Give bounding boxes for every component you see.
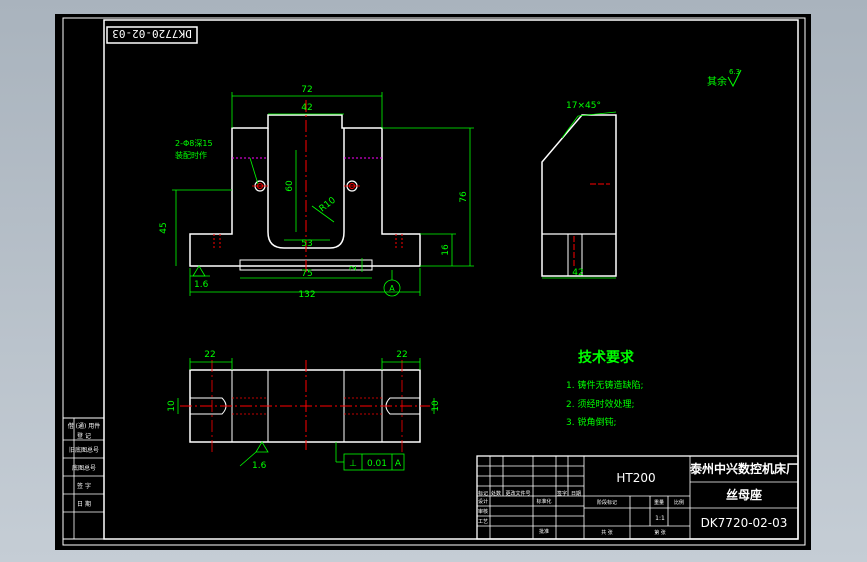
svg-text:标准化: 标准化	[536, 498, 551, 505]
svg-text:1.6: 1.6	[252, 461, 267, 471]
svg-text:标记: 标记	[478, 490, 488, 497]
svg-text:共 张: 共 张	[601, 529, 613, 536]
svg-text:旧底图总号: 旧底图总号	[69, 446, 99, 454]
svg-text:2. 须经时效处理;: 2. 须经时效处理;	[566, 398, 634, 410]
svg-text:132: 132	[298, 290, 315, 300]
svg-text:签 字: 签 字	[77, 482, 91, 490]
part-name: 丝母座	[726, 487, 762, 502]
svg-text:批准: 批准	[539, 528, 549, 535]
svg-text:借 (通) 用件: 借 (通) 用件	[68, 422, 101, 430]
material: HT200	[616, 471, 655, 485]
svg-text:42: 42	[301, 103, 312, 113]
svg-text:签字: 签字	[557, 490, 567, 497]
svg-text:0.01: 0.01	[367, 459, 387, 469]
svg-text:17×45°: 17×45°	[566, 101, 601, 111]
svg-text:装配时作: 装配时作	[175, 150, 207, 160]
svg-text:75: 75	[301, 269, 312, 279]
cad-drawing-sheet: DK7720-02-03 其余 6.3 72 42 2-Φ8深15 装配时作 6…	[55, 14, 811, 550]
svg-text:6.3: 6.3	[729, 68, 740, 76]
svg-text:技术要求: 技术要求	[578, 349, 635, 366]
svg-text:⊥: ⊥	[349, 459, 357, 469]
svg-text:53: 53	[301, 239, 312, 249]
svg-text:76: 76	[459, 191, 469, 203]
svg-text:1.6: 1.6	[194, 280, 209, 290]
svg-text:比例: 比例	[674, 499, 684, 506]
svg-text:3. 锐角倒钝;: 3. 锐角倒钝;	[566, 416, 616, 428]
svg-text:阶段标记: 阶段标记	[597, 499, 617, 506]
svg-text:60: 60	[285, 180, 295, 192]
title-drawing-number: DK7720-02-03	[701, 516, 788, 530]
svg-text:42: 42	[572, 268, 583, 278]
svg-text:日 期: 日 期	[77, 500, 91, 508]
svg-text:底图总号: 底图总号	[72, 464, 96, 472]
svg-text:设计: 设计	[478, 498, 488, 505]
svg-text:10: 10	[167, 400, 177, 412]
svg-text:A: A	[389, 284, 395, 293]
svg-text:22: 22	[396, 350, 407, 360]
company-name: 泰州中兴数控机床厂	[689, 461, 798, 476]
svg-text:A: A	[395, 459, 402, 469]
svg-text:重量: 重量	[654, 499, 664, 506]
svg-text:第 张: 第 张	[654, 529, 666, 536]
svg-text:2: 2	[349, 265, 359, 271]
svg-text:日期: 日期	[571, 491, 581, 497]
svg-text:2-Φ8深15: 2-Φ8深15	[175, 139, 213, 148]
svg-text:登 记: 登 记	[77, 432, 91, 440]
flipped-drawing-number: DK7720-02-03	[106, 26, 198, 44]
svg-text:16: 16	[441, 244, 451, 256]
svg-text:工艺: 工艺	[478, 519, 488, 525]
scale: 1:1	[655, 515, 665, 522]
svg-text:处数: 处数	[491, 490, 501, 497]
svg-text:其余: 其余	[707, 75, 727, 88]
svg-text:1. 铸件无铸造缺陷;: 1. 铸件无铸造缺陷;	[566, 379, 643, 391]
svg-text:10: 10	[431, 400, 441, 412]
svg-text:审核: 审核	[478, 508, 488, 515]
svg-text:22: 22	[204, 350, 215, 360]
svg-text:DK7720-02-03: DK7720-02-03	[112, 27, 191, 40]
svg-text:更改文件号: 更改文件号	[505, 490, 530, 497]
svg-text:72: 72	[301, 85, 312, 95]
svg-text:45: 45	[159, 222, 169, 233]
